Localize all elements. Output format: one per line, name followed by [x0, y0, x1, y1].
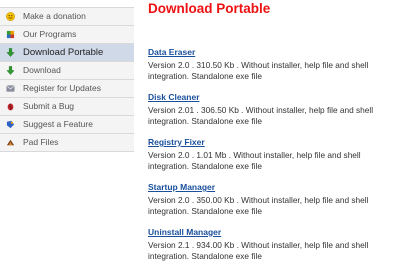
- list-item: Registry Fixer Version 2.0 . 1.01 Mb . W…: [148, 132, 398, 177]
- smiley-icon: [6, 12, 15, 21]
- sidebar-item-label: Register for Updates: [23, 83, 101, 93]
- register-icon: [6, 84, 15, 93]
- download-arrow-icon: [6, 48, 15, 57]
- list-item: Disk Cleaner Version 2.01 . 306.50 Kb . …: [148, 87, 398, 132]
- download-arrow-icon: [6, 66, 15, 75]
- download-description: Version 2.1 . 934.00 Kb . Without instal…: [148, 240, 369, 261]
- sidebar-item-label: Download: [23, 65, 61, 75]
- sidebar-item-label: Pad Files: [23, 137, 59, 147]
- download-description: Version 2.0 . 310.50 Kb . Without instal…: [148, 60, 369, 81]
- sidebar-item-label: Our Programs: [23, 29, 77, 39]
- feature-icon: [6, 120, 15, 129]
- sidebar-item-our-programs[interactable]: Our Programs: [0, 26, 134, 44]
- list-item: Data Eraser Version 2.0 . 310.50 Kb . Wi…: [148, 42, 398, 87]
- download-link-registry-fixer[interactable]: Registry Fixer: [148, 137, 205, 148]
- bug-icon: [6, 102, 15, 111]
- puzzle-icon: [6, 30, 15, 39]
- sidebar-item-register-for-updates[interactable]: Register for Updates: [0, 80, 134, 98]
- sidebar-item-label: Submit a Bug: [23, 101, 75, 111]
- list-item: Startup Manager Version 2.0 . 350.00 Kb …: [148, 177, 398, 222]
- sidebar-item-make-a-donation[interactable]: Make a donation: [0, 8, 134, 26]
- pad-files-icon: [6, 138, 15, 147]
- sidebar-nav: Make a donation Our Programs Download Po…: [0, 7, 134, 152]
- download-list: Data Eraser Version 2.0 . 310.50 Kb . Wi…: [148, 42, 398, 267]
- download-link-disk-cleaner[interactable]: Disk Cleaner: [148, 92, 200, 103]
- sidebar-item-download[interactable]: Download: [0, 62, 134, 80]
- sidebar-item-label: Suggest a Feature: [23, 119, 93, 129]
- sidebar-item-pad-files[interactable]: Pad Files: [0, 134, 134, 152]
- download-link-data-eraser[interactable]: Data Eraser: [148, 47, 195, 58]
- download-description: Version 2.0 . 350.00 Kb . Without instal…: [148, 195, 369, 216]
- page-title: Download Portable: [148, 1, 271, 16]
- sidebar-item-label: Download Portable: [23, 47, 104, 58]
- download-link-uninstall-manager[interactable]: Uninstall Manager: [148, 227, 221, 238]
- sidebar-item-submit-a-bug[interactable]: Submit a Bug: [0, 98, 134, 116]
- sidebar-item-label: Make a donation: [23, 11, 86, 21]
- download-link-startup-manager[interactable]: Startup Manager: [148, 182, 215, 193]
- sidebar-item-download-portable[interactable]: Download Portable: [0, 44, 134, 62]
- download-description: Version 2.01 . 306.50 Kb . Without insta…: [148, 105, 374, 126]
- list-item: Uninstall Manager Version 2.1 . 934.00 K…: [148, 222, 398, 267]
- download-description: Version 2.0 . 1.01 Mb . Without installe…: [148, 150, 361, 171]
- sidebar-item-suggest-a-feature[interactable]: Suggest a Feature: [0, 116, 134, 134]
